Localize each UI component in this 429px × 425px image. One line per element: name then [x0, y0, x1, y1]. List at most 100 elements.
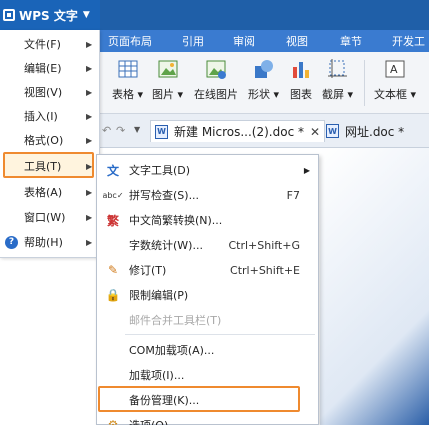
- tab-developer[interactable]: 开发工: [392, 33, 425, 49]
- submenu-item-mail-merge-toolbar: 邮件合并工具栏(T): [97, 308, 318, 332]
- menu-item-label: 文件(F): [24, 38, 61, 51]
- insert-chart-label: 图表: [290, 88, 312, 101]
- chevron-right-icon: ▶: [86, 237, 93, 247]
- document-background: [320, 148, 429, 425]
- submenu-item-com-addins[interactable]: COM加载项(A)...: [97, 338, 318, 362]
- revision-icon: ✎: [107, 263, 119, 277]
- chevron-right-icon: ▶: [86, 63, 93, 73]
- tools-submenu: 文 文字工具(D) ▶ abc✓ 拼写检查(S)... F7 繁 中文简繁转换(…: [96, 154, 319, 425]
- doc-tab-new-document[interactable]: W 新建 Micros...(2).doc * ✕: [150, 120, 326, 142]
- menu-item-label: 表格(A): [24, 186, 63, 199]
- chart-icon: [293, 62, 309, 78]
- textbox-button[interactable]: A 文本框 ▾: [374, 58, 416, 102]
- submenu-item-revision[interactable]: ✎ 修订(T) Ctrl+Shift+E: [97, 258, 318, 282]
- chevron-right-icon: ▶: [86, 135, 93, 145]
- submenu-item-label: 选项(O)...: [129, 417, 179, 425]
- menu-item-label: 格式(O): [24, 134, 64, 147]
- menu-item-label: 编辑(E): [24, 62, 62, 75]
- menu-item-view[interactable]: 视图(V) ▶: [0, 80, 100, 104]
- chevron-right-icon: ▶: [86, 161, 93, 171]
- submenu-item-text-tools[interactable]: 文 文字工具(D) ▶: [97, 158, 318, 182]
- ribbon-divider: [364, 60, 365, 106]
- screenshot-icon: [327, 59, 347, 78]
- menu-item-table[interactable]: 表格(A) ▶: [0, 180, 100, 204]
- submenu-item-label: 加载项(I)...: [129, 369, 185, 382]
- insert-picture-button[interactable]: 图片 ▾: [152, 58, 183, 102]
- insert-table-button[interactable]: 表格 ▾: [112, 58, 143, 102]
- insert-shape-label: 形状 ▾: [248, 88, 280, 101]
- text-tool-icon: 文: [106, 163, 119, 178]
- submenu-item-spellcheck[interactable]: abc✓ 拼写检查(S)... F7: [97, 183, 318, 207]
- insert-table-label: 表格 ▾: [112, 88, 144, 101]
- chevron-right-icon: ▶: [86, 212, 93, 222]
- submenu-item-label: 邮件合并工具栏(T): [129, 314, 222, 327]
- screenshot-label: 截屏 ▾: [322, 88, 354, 101]
- shortcut-label: F7: [286, 188, 300, 202]
- help-icon: ?: [5, 235, 18, 249]
- menu-item-label: 插入(I): [24, 110, 58, 123]
- tab-references[interactable]: 引用: [182, 33, 204, 49]
- chevron-right-icon: ▶: [86, 187, 93, 197]
- word-document-icon: W: [155, 124, 168, 139]
- menu-item-label: 视图(V): [24, 86, 63, 99]
- submenu-item-word-count[interactable]: 字数统计(W)... Ctrl+Shift+G: [97, 233, 318, 257]
- chevron-down-icon: ▼: [82, 10, 90, 20]
- doc-tab-label: 网址.doc *: [345, 124, 405, 139]
- insert-chart-button[interactable]: 图表: [290, 58, 312, 102]
- forward-arrow-icon[interactable]: ↷: [116, 124, 125, 137]
- textbox-icon: A: [385, 60, 405, 78]
- insert-shape-button[interactable]: 形状 ▾: [248, 58, 279, 102]
- submenu-item-options[interactable]: ⚙ 选项(O)...: [97, 413, 318, 425]
- menu-item-file[interactable]: 文件(F) ▶: [0, 32, 100, 56]
- chevron-right-icon: ▶: [86, 39, 93, 49]
- textbox-label: 文本框 ▾: [374, 88, 417, 101]
- chevron-right-icon: ▶: [86, 111, 93, 121]
- shortcut-label: Ctrl+Shift+E: [230, 263, 300, 277]
- doc-tab-label: 新建 Micros...(2).doc *: [174, 125, 304, 139]
- menu-item-label: 窗口(W): [24, 211, 66, 224]
- menu-item-edit[interactable]: 编辑(E) ▶: [0, 56, 100, 80]
- menu-item-label: 工具(T): [24, 160, 62, 173]
- table-icon: [118, 60, 138, 78]
- submenu-item-restrict-editing[interactable]: 🔒 限制编辑(P): [97, 283, 318, 307]
- screenshot-button[interactable]: 截屏 ▾: [322, 58, 353, 102]
- menu-item-insert[interactable]: 插入(I) ▶: [0, 104, 100, 128]
- app-name: WPS 文字: [19, 8, 78, 23]
- submenu-item-label: 中文简繁转换(N)...: [129, 214, 223, 227]
- chevron-right-icon: ▶: [86, 87, 93, 97]
- back-arrow-icon[interactable]: ↶: [102, 124, 111, 137]
- tab-chapter[interactable]: 章节: [340, 33, 362, 49]
- tab-view[interactable]: 视图: [286, 33, 308, 49]
- lock-icon: 🔒: [105, 288, 121, 302]
- menu-item-window[interactable]: 窗口(W) ▶: [0, 205, 100, 229]
- close-icon[interactable]: ✕: [310, 125, 320, 139]
- shape-icon: [254, 60, 273, 78]
- submenu-item-label: COM加载项(A)...: [129, 344, 215, 357]
- submenu-item-label: 限制编辑(P): [129, 289, 189, 302]
- tab-page-layout[interactable]: 页面布局: [108, 33, 152, 49]
- chevron-right-icon: ▶: [303, 165, 310, 175]
- menu-item-label: 帮助(H): [24, 236, 63, 249]
- gear-icon: ⚙: [107, 418, 119, 425]
- svg-text:A: A: [390, 63, 398, 76]
- spellcheck-icon: abc✓: [102, 190, 124, 200]
- online-picture-button[interactable]: 在线图片: [194, 58, 238, 102]
- submenu-item-chinese-convert[interactable]: 繁 中文简繁转换(N)...: [97, 208, 318, 232]
- submenu-item-addins[interactable]: 加载项(I)...: [97, 363, 318, 387]
- picture-icon: [158, 60, 178, 78]
- wps-app-menu-button[interactable]: WPS 文字 ▼: [0, 0, 100, 30]
- backup-manager-highlight: [98, 386, 300, 412]
- chinese-convert-icon: 繁: [106, 213, 119, 228]
- online-picture-label: 在线图片: [194, 88, 238, 101]
- menu-item-tools[interactable]: 工具(T) ▶: [0, 154, 100, 178]
- submenu-divider: [125, 334, 315, 335]
- submenu-item-label: 修订(T): [129, 264, 167, 277]
- menu-item-help[interactable]: ? 帮助(H) ▶: [0, 230, 100, 254]
- tab-list-dropdown-icon[interactable]: ▼: [134, 125, 140, 134]
- doc-tab-url-document[interactable]: W 网址.doc *: [322, 120, 408, 142]
- menu-item-format[interactable]: 格式(O) ▶: [0, 128, 100, 152]
- submenu-item-label: 文字工具(D): [129, 164, 191, 177]
- insert-picture-label: 图片 ▾: [152, 88, 184, 101]
- submenu-item-label: 字数统计(W)...: [129, 239, 203, 252]
- tab-review[interactable]: 审阅: [233, 33, 255, 49]
